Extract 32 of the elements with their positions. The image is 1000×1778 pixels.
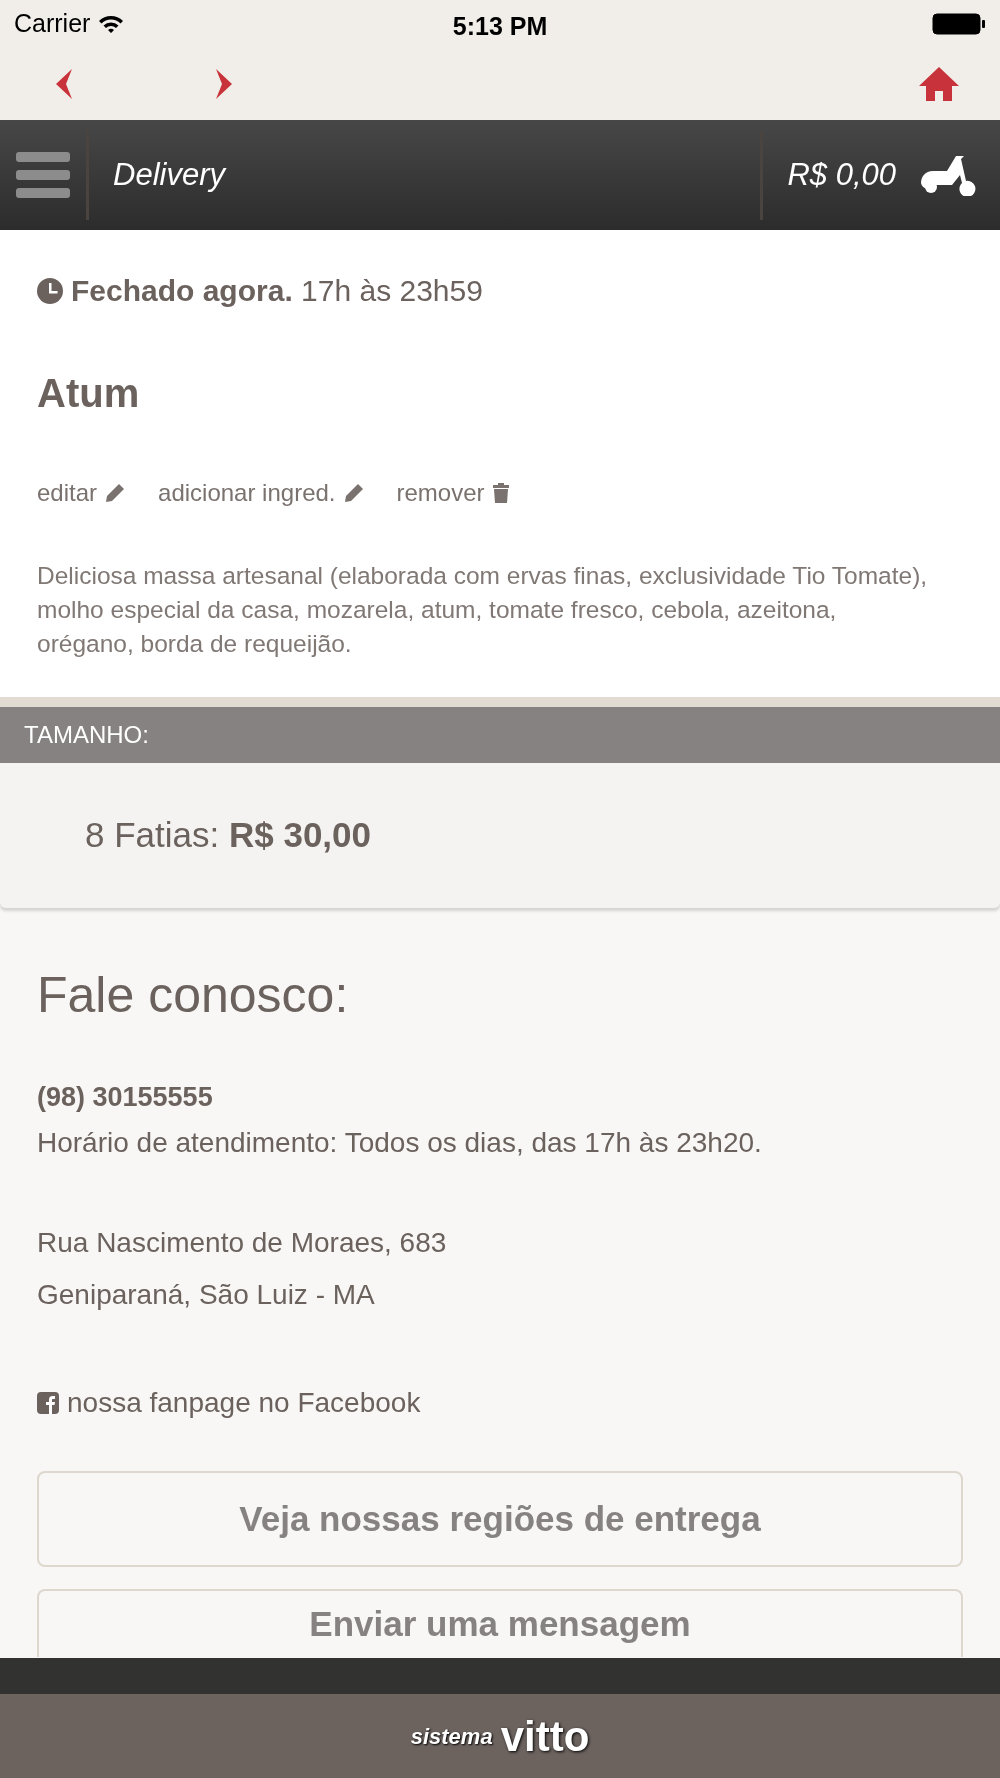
send-message-button[interactable]: Enviar uma mensagem [37, 1589, 963, 1657]
pencil-icon [105, 483, 126, 503]
remove-link[interactable]: remover [396, 475, 485, 511]
size-option[interactable]: 8 Fatias: R$ 30,00 [0, 763, 1000, 908]
brand-prefix: sistema [410, 1722, 493, 1751]
contact-heading: Fale conosco: [37, 965, 350, 1025]
brand-logo: vitto [500, 1711, 590, 1762]
carrier-label: Carrier [14, 8, 91, 40]
battery-icon [932, 12, 986, 36]
pencil-icon [343, 483, 364, 503]
home-icon[interactable] [918, 66, 960, 102]
section-heading: TAMANHO: [24, 721, 149, 748]
page-title: Delivery [112, 155, 225, 194]
clock-icon [37, 277, 63, 304]
facebook-icon[interactable] [37, 1392, 59, 1414]
cart-total[interactable]: R$ 0,00 [787, 151, 896, 199]
address-line: Rua Nascimento de Moraes, 683 [37, 1226, 448, 1260]
product-description: Deliciosa massa artesanal (elaborada com ervas finas, exclusividade Tio Tomate), molho especial da casa, mozarela, atum, tomate fresco, cebola, azeitona, orégano, borda de requeijão. [37, 561, 929, 659]
edit-link[interactable]: adicionar ingred. [158, 475, 336, 511]
delivery-regions-button[interactable]: Veja nossas regiões de entrega [37, 1471, 963, 1567]
product-name: Atum [37, 370, 141, 417]
edit-link[interactable]: editar [37, 475, 98, 511]
address-line: Geniparaná, São Luiz - MA [37, 1278, 376, 1312]
trash-icon [492, 483, 509, 503]
service-hours: Horário de atendimento: Todos os dias, das 17h às 23h20. [37, 1126, 763, 1160]
opening-hours: Fechado agora. 17h às 23h59 [71, 273, 483, 309]
phone-number: (98) 30155555 [37, 1080, 214, 1114]
menu-icon[interactable] [16, 152, 70, 198]
wifi-icon [98, 14, 125, 34]
facebook-link[interactable]: nossa fanpage no Facebook [67, 1377, 421, 1429]
clock-time: 5:13 PM [452, 12, 548, 40]
scooter-icon[interactable] [920, 154, 976, 196]
